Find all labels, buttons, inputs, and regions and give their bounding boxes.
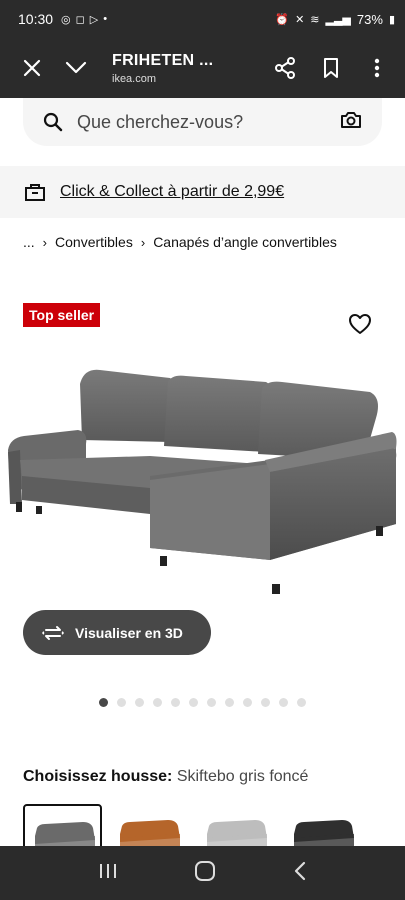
search-icon <box>43 112 63 132</box>
more-dot-icon: • <box>103 13 108 25</box>
system-nav-bar <box>0 846 405 900</box>
cover-swatch[interactable] <box>110 804 189 852</box>
breadcrumb-item[interactable]: Canapés d’angle convertibles <box>153 234 337 250</box>
status-time: 10:30 <box>18 11 54 27</box>
cover-swatch[interactable] <box>197 804 276 852</box>
chevron-right-icon: › <box>140 234 146 250</box>
gallery-dot[interactable] <box>189 698 198 707</box>
gallery-dot[interactable] <box>207 698 216 707</box>
breadcrumb-item[interactable]: Convertibles <box>55 234 133 250</box>
bookmark-button[interactable] <box>309 46 353 90</box>
search-area: Que cherchez-vous? <box>0 98 405 164</box>
close-icon <box>23 59 41 77</box>
cover-swatches <box>23 804 363 852</box>
recent-apps-button[interactable] <box>98 862 118 885</box>
gallery-dot[interactable] <box>135 698 144 707</box>
chrome-icon: ◎ <box>61 13 71 26</box>
gallery-dot[interactable] <box>261 698 270 707</box>
gallery-dot[interactable] <box>153 698 162 707</box>
share-button[interactable] <box>263 46 307 90</box>
click-collect-banner[interactable]: Click & Collect à partir de 2,99€ <box>0 166 405 218</box>
store-box-icon <box>25 184 45 201</box>
view-3d-button[interactable]: Visualiser en 3D <box>23 610 211 655</box>
gallery-dot[interactable] <box>171 698 180 707</box>
back-button[interactable] <box>293 861 307 886</box>
instagram-icon: ◻ <box>75 13 85 26</box>
favorite-button[interactable] <box>348 313 372 340</box>
more-options-button[interactable] <box>355 46 399 90</box>
sofa-thumbnail <box>294 820 354 850</box>
gallery-dot[interactable] <box>225 698 234 707</box>
wifi-icon: ≋ <box>310 13 320 26</box>
view-3d-label: Visualiser en 3D <box>75 624 183 641</box>
system-icons: ⏰ ✕ ≋ ▂▃▅ 73% ▮ <box>275 12 395 27</box>
status-bar: 10:30 ◎ ◻ ▷ • ⏰ ✕ ≋ ▂▃▅ 73% ▮ <box>0 0 405 38</box>
page-title-block: FRIHETEN ... ikea.com <box>112 52 213 85</box>
product-image[interactable] <box>0 360 405 600</box>
chevron-right-icon: › <box>42 234 48 250</box>
close-button[interactable] <box>10 46 54 90</box>
signal-icon: ▂▃▅ <box>325 13 351 26</box>
page-url: ikea.com <box>112 72 157 85</box>
notification-icons: ◎ ◻ ▷ • <box>61 13 107 26</box>
share-icon <box>275 57 295 79</box>
breadcrumb-ellipsis[interactable]: ... <box>23 234 35 250</box>
bookmark-icon <box>324 58 338 78</box>
gallery-dot[interactable] <box>99 698 108 707</box>
gallery-dot[interactable] <box>243 698 252 707</box>
back-icon <box>294 861 305 880</box>
collapse-button[interactable] <box>54 46 98 90</box>
click-collect-link[interactable]: Click & Collect à partir de 2,99€ <box>60 183 284 201</box>
mute-icon: ✕ <box>295 13 305 26</box>
alarm-icon: ⏰ <box>275 13 290 26</box>
play-icon: ▷ <box>89 13 99 26</box>
recent-apps-icon <box>100 863 117 878</box>
page-title: FRIHETEN ... <box>112 51 214 69</box>
home-icon <box>195 860 216 881</box>
gallery-dot[interactable] <box>117 698 126 707</box>
heart-icon <box>349 314 371 334</box>
breadcrumb: ... › Convertibles › Canapés d’angle con… <box>23 234 337 250</box>
gallery-pagination <box>99 698 306 707</box>
sofa-thumbnail <box>120 820 180 850</box>
top-seller-badge: Top seller <box>23 303 101 327</box>
sofa-thumbnail <box>207 820 267 850</box>
visual-search-button[interactable] <box>340 111 362 134</box>
search-placeholder: Que cherchez-vous? <box>77 111 244 132</box>
battery-icon: ▮ <box>388 13 395 26</box>
browser-toolbar: FRIHETEN ... ikea.com <box>0 38 405 98</box>
chevron-down-icon <box>65 61 87 74</box>
home-button[interactable] <box>194 860 216 887</box>
gallery-dot[interactable] <box>297 698 306 707</box>
battery-level: 73% <box>356 11 383 27</box>
camera-icon <box>341 111 361 128</box>
more-vertical-icon <box>374 58 380 78</box>
cover-swatch[interactable] <box>23 804 102 852</box>
cover-selector-label: Choisissez housse: Skiftebo gris foncé <box>23 768 308 786</box>
search-input[interactable]: Que cherchez-vous? <box>23 98 382 146</box>
rotate-3d-icon <box>42 625 64 640</box>
cover-swatch[interactable] <box>284 804 363 852</box>
cover-value: Skiftebo gris foncé <box>176 768 309 785</box>
cover-label: Choisissez housse: <box>23 768 173 785</box>
gallery-dot[interactable] <box>279 698 288 707</box>
